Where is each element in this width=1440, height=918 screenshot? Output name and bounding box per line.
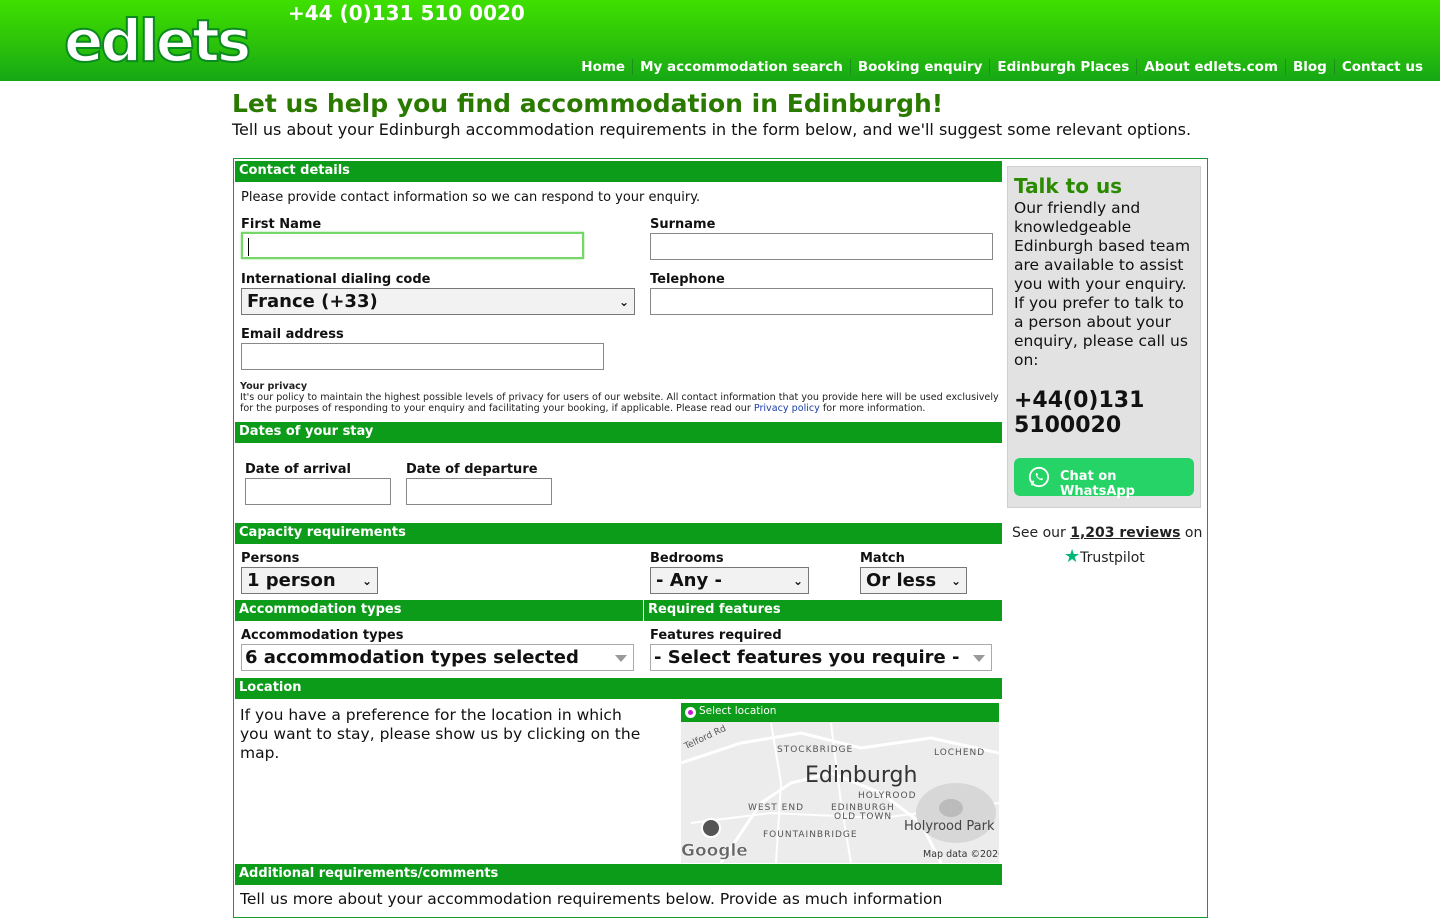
section-location: Location	[235, 678, 1002, 699]
departure-label: Date of departure	[406, 462, 538, 477]
bedrooms-label: Bedrooms	[650, 551, 724, 566]
reviews-post: on	[1180, 525, 1203, 541]
talk-to-us-body: Our friendly and knowledgeable Edinburgh…	[1014, 199, 1191, 369]
map-label-holyrood: HOLYROOD	[858, 791, 917, 801]
talk-to-us-box: Talk to us Our friendly and knowledgeabl…	[1007, 166, 1201, 508]
features-value: - Select features you require -	[654, 647, 960, 668]
reviews-count: 1,203	[1070, 525, 1115, 541]
nav-my-search[interactable]: My accommodation search	[632, 59, 850, 75]
types-value: 6 accommodation types selected	[245, 647, 579, 668]
types-label: Accommodation types	[241, 628, 404, 643]
map-label-lochend: LOCHEND	[934, 748, 986, 758]
talk-to-us-phone[interactable]: +44(0)131 5100020	[1014, 388, 1194, 438]
section-dates: Dates of your stay	[235, 422, 1002, 443]
map-label-stockbridge: STOCKBRIDGE	[777, 745, 854, 755]
reviews-link[interactable]: 1,203 reviews	[1070, 525, 1180, 541]
trustpilot-name: Trustpilot	[1080, 550, 1145, 566]
site-logo[interactable]: edlets	[63, 6, 252, 76]
privacy-policy-link[interactable]: Privacy policy	[754, 403, 820, 414]
chevron-down-icon: ⌄	[792, 574, 803, 588]
match-select[interactable]: Or less ⌄	[860, 567, 967, 594]
map-label-old-town-2: OLD TOWN	[834, 812, 893, 822]
section-additional: Additional requirements/comments	[235, 864, 1002, 885]
page-title: Let us help you find accommodation in Ed…	[232, 89, 944, 118]
talk-to-us-title: Talk to us	[1014, 174, 1123, 198]
telephone-label: Telephone	[650, 272, 725, 287]
nav-edinburgh-places[interactable]: Edinburgh Places	[989, 59, 1136, 75]
map-label-fountainbridge: FOUNTAINBRIDGE	[763, 830, 858, 840]
google-logo: Google	[681, 841, 748, 862]
page-subtitle: Tell us about your Edinburgh accommodati…	[232, 120, 1192, 139]
chevron-down-icon: ⌄	[950, 574, 961, 588]
chevron-down-icon: ⌄	[361, 574, 372, 588]
contact-intro: Please provide contact information so we…	[241, 190, 701, 205]
match-value: Or less	[866, 570, 937, 591]
trustpilot-logo[interactable]: ★Trustpilot	[1064, 546, 1145, 567]
section-capacity: Capacity requirements	[235, 523, 1002, 544]
persons-label: Persons	[241, 551, 300, 566]
email-label: Email address	[241, 327, 344, 342]
dial-code-label: International dialing code	[241, 272, 431, 287]
persons-value: 1 person	[247, 570, 336, 591]
email-input[interactable]	[241, 343, 604, 370]
arrival-date-input[interactable]	[245, 478, 391, 505]
location-text: If you have a preference for the locatio…	[240, 706, 641, 762]
whatsapp-button[interactable]: Chat on WhatsApp	[1014, 458, 1194, 499]
nav-home[interactable]: Home	[574, 59, 632, 75]
features-label: Features required	[650, 628, 782, 643]
privacy-title: Your privacy	[240, 381, 308, 392]
section-accommodation-types: Accommodation types	[235, 600, 643, 621]
features-multiselect[interactable]: - Select features you require -	[650, 644, 992, 671]
trustpilot-reviews: See our 1,203 reviews on	[1012, 525, 1202, 541]
section-contact-details: Contact details	[235, 161, 1002, 182]
persons-select[interactable]: 1 person ⌄	[241, 567, 378, 594]
surname-label: Surname	[650, 217, 716, 232]
whatsapp-icon	[1028, 466, 1050, 488]
match-label: Match	[860, 551, 905, 566]
text-caret	[248, 238, 249, 256]
map-label-holyrood-park: Holyrood Park	[904, 819, 995, 834]
privacy-text-2: for more information.	[819, 403, 926, 414]
location-map[interactable]: Select location Telford Rd STOCKBRIDGE L…	[681, 703, 999, 863]
header-phone[interactable]: +44 (0)131 510 0020	[288, 1, 525, 25]
nav-booking-enquiry[interactable]: Booking enquiry	[849, 59, 990, 75]
telephone-input[interactable]	[650, 288, 993, 315]
departure-date-input[interactable]	[406, 478, 552, 505]
nav-blog[interactable]: Blog	[1284, 59, 1334, 75]
map-label-city: Edinburgh	[805, 763, 918, 788]
map-header: Select location	[681, 703, 999, 722]
first-name-input[interactable]	[241, 232, 584, 259]
additional-text: Tell us more about your accommodation re…	[240, 890, 943, 908]
whatsapp-label: Chat on WhatsApp	[1060, 469, 1135, 499]
arrival-label: Date of arrival	[245, 462, 351, 477]
dial-code-value: France (+33)	[247, 291, 378, 312]
section-required-features: Required features	[644, 600, 1002, 621]
accommodation-types-multiselect[interactable]: 6 accommodation types selected	[241, 644, 634, 671]
reviews-mid: reviews	[1114, 525, 1181, 541]
dropdown-arrow-icon	[615, 655, 627, 662]
privacy-notice: Your privacy It's our policy to maintain…	[240, 381, 1000, 414]
dropdown-arrow-icon	[973, 655, 985, 662]
bedrooms-value: - Any -	[656, 570, 722, 591]
bedrooms-select[interactable]: - Any - ⌄	[650, 567, 809, 594]
chevron-down-icon: ⌄	[618, 295, 629, 309]
site-header: edlets +44 (0)131 510 0020 Home My accom…	[0, 0, 1440, 81]
reviews-pre: See our	[1012, 525, 1071, 541]
dial-code-select[interactable]: France (+33) ⌄	[241, 288, 635, 315]
map-label-west-end: WEST END	[748, 803, 805, 813]
map-attribution: Map data ©2020	[923, 849, 999, 860]
trustpilot-star-icon: ★	[1064, 546, 1081, 567]
nav-contact[interactable]: Contact us	[1333, 59, 1430, 75]
map-header-text: Select location	[699, 705, 777, 717]
street-view-icon[interactable]	[701, 818, 721, 838]
nav-about[interactable]: About edlets.com	[1136, 59, 1285, 75]
map-marker-icon	[685, 707, 696, 718]
main-nav: Home My accommodation search Booking enq…	[574, 59, 1430, 75]
surname-input[interactable]	[650, 233, 993, 260]
first-name-label: First Name	[241, 217, 322, 232]
